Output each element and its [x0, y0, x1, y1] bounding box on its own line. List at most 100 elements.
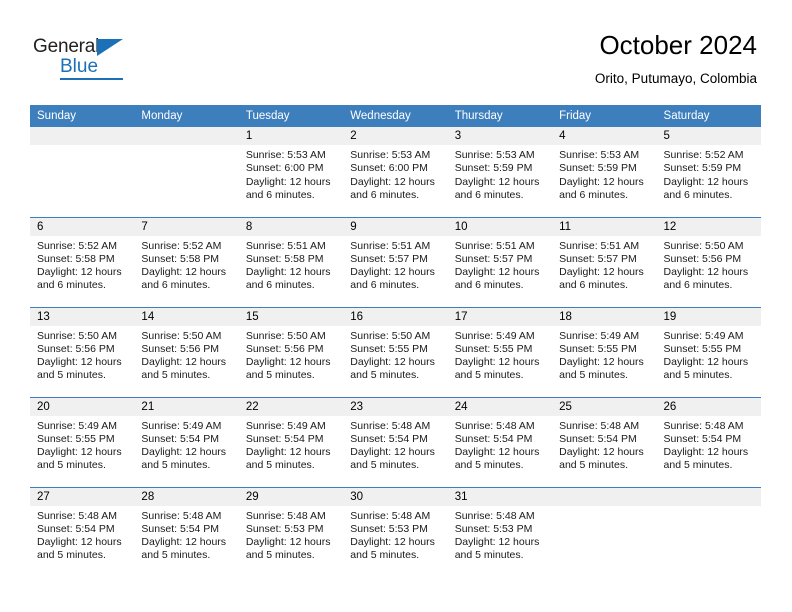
- general-blue-logo[interactable]: General Blue: [33, 36, 153, 82]
- weekday-header-sunday: Sunday: [30, 105, 135, 127]
- sunrise-text: Sunrise: 5:49 AM: [141, 419, 222, 432]
- calendar-day-cell[interactable]: 25 Sunrise: 5:48 AM Sunset: 5:54 PM Dayligh…: [552, 396, 657, 487]
- sunset-text: Sunset: 5:54 PM: [454, 432, 533, 445]
- calendar-day-cell[interactable]: 3 Sunrise: 5:53 AM Sunset: 5:59 PM Daylight…: [447, 127, 553, 217]
- daylight-text-line2: and 6 minutes.: [454, 279, 524, 292]
- calendar-day-cell[interactable]: 14 Sunrise: 5:50 AM Sunset: 5:56 PM Dayligh…: [134, 306, 239, 397]
- daylight-text-line1: Daylight: 12 hours: [663, 446, 749, 459]
- daylight-text-line2: and 5 minutes.: [245, 459, 315, 472]
- day-number: 16: [343, 307, 448, 326]
- daylight-text-line2: and 6 minutes.: [559, 279, 628, 292]
- day-number: 29: [238, 487, 344, 506]
- calendar-day-cell[interactable]: 9 Sunrise: 5:51 AM Sunset: 5:57 PM Daylight…: [343, 216, 448, 307]
- day-number: 8: [238, 217, 344, 236]
- calendar-day-cell[interactable]: 26 Sunrise: 5:48 AM Sunset: 5:54 PM Dayligh…: [656, 396, 761, 487]
- sunrise-text: Sunrise: 5:49 AM: [37, 419, 117, 432]
- calendar-day-cell[interactable]: 5 Sunrise: 5:52 AM Sunset: 5:59 PM Daylight…: [656, 127, 761, 217]
- sunrise-text: Sunrise: 5:48 AM: [454, 509, 535, 522]
- day-number: 21: [134, 397, 239, 416]
- day-number: 24: [447, 397, 553, 416]
- daylight-text-line1: Daylight: 12 hours: [350, 446, 435, 459]
- weekday-header-friday: Friday: [552, 105, 657, 127]
- day-details: Sunrise: 5:48 AM Sunset: 5:54 PM Daylight:…: [134, 506, 238, 563]
- daylight-text-line2: and 5 minutes.: [454, 459, 524, 472]
- calendar-day-cell[interactable]: 6 Sunrise: 5:52 AM Sunset: 5:58 PM Daylight…: [30, 216, 135, 307]
- day-details: Sunrise: 5:50 AM Sunset: 5:56 PM Daylight:…: [30, 326, 134, 383]
- calendar-day-cell[interactable]: 24 Sunrise: 5:48 AM Sunset: 5:54 PM Dayligh…: [447, 396, 553, 487]
- day-number: 12: [656, 217, 761, 236]
- sunrise-text: Sunrise: 5:51 AM: [559, 239, 640, 252]
- day-details: Sunrise: 5:53 AM Sunset: 6:00 PM Daylight:…: [343, 145, 447, 202]
- daylight-text-line1: Daylight: 12 hours: [245, 175, 331, 188]
- calendar-week-row: 13 Sunrise: 5:50 AM Sunset: 5:56 PM Dayligh…: [30, 306, 761, 397]
- calendar-day-cell[interactable]: 28 Sunrise: 5:48 AM Sunset: 5:54 PM Dayligh…: [134, 486, 239, 577]
- calendar-day-cell[interactable]: 17 Sunrise: 5:49 AM Sunset: 5:55 PM Dayligh…: [447, 306, 553, 397]
- calendar-week-row: 1 Sunrise: 5:53 AM Sunset: 6:00 PM Daylight…: [30, 127, 761, 217]
- sunrise-text: Sunrise: 5:50 AM: [663, 239, 744, 252]
- day-details: Sunrise: 5:50 AM Sunset: 5:56 PM Daylight:…: [657, 236, 761, 293]
- calendar-day-cell[interactable]: 12 Sunrise: 5:50 AM Sunset: 5:56 PM Dayligh…: [656, 216, 761, 307]
- calendar-day-cell[interactable]: 15 Sunrise: 5:50 AM Sunset: 5:56 PM Dayligh…: [238, 306, 344, 397]
- day-details: Sunrise: 5:50 AM Sunset: 5:56 PM Daylight:…: [239, 326, 343, 383]
- calendar-day-cell[interactable]: 16 Sunrise: 5:50 AM Sunset: 5:55 PM Dayligh…: [343, 306, 448, 397]
- day-details: Sunrise: 5:49 AM Sunset: 5:55 PM Daylight:…: [448, 326, 552, 383]
- daylight-text-line1: Daylight: 12 hours: [663, 175, 749, 188]
- sunset-text: Sunset: 5:56 PM: [245, 342, 324, 355]
- calendar-page: General Blue October 2024 Orito, Putumay…: [0, 0, 792, 612]
- daylight-text-line2: and 6 minutes.: [559, 188, 628, 201]
- daylight-text-line2: and 5 minutes.: [37, 549, 106, 562]
- sunrise-text: Sunrise: 5:48 AM: [454, 419, 535, 432]
- day-details: Sunrise: 5:49 AM Sunset: 5:55 PM Daylight:…: [552, 326, 656, 383]
- day-number: 25: [552, 397, 657, 416]
- calendar-day-cell[interactable]: 18 Sunrise: 5:49 AM Sunset: 5:55 PM Dayligh…: [552, 306, 657, 397]
- calendar-day-cell[interactable]: 20 Sunrise: 5:49 AM Sunset: 5:55 PM Dayligh…: [30, 396, 135, 487]
- weekday-header-monday: Monday: [134, 105, 239, 127]
- daylight-text-line2: and 5 minutes.: [350, 369, 420, 382]
- calendar-day-cell[interactable]: 30 Sunrise: 5:48 AM Sunset: 5:53 PM Dayligh…: [343, 486, 448, 577]
- daylight-text-line1: Daylight: 12 hours: [141, 266, 227, 279]
- calendar-day-cell[interactable]: 13 Sunrise: 5:50 AM Sunset: 5:56 PM Dayligh…: [30, 306, 135, 397]
- calendar-day-cell[interactable]: 10 Sunrise: 5:51 AM Sunset: 5:57 PM Dayligh…: [447, 216, 553, 307]
- day-details: Sunrise: 5:49 AM Sunset: 5:54 PM Daylight:…: [239, 416, 343, 473]
- calendar-day-cell[interactable]: 27 Sunrise: 5:48 AM Sunset: 5:54 PM Dayligh…: [30, 486, 135, 577]
- daylight-text-line1: Daylight: 12 hours: [37, 446, 122, 459]
- day-number: 14: [134, 307, 239, 326]
- sunrise-text: Sunrise: 5:51 AM: [454, 239, 535, 252]
- weekday-header-saturday: Saturday: [656, 105, 761, 127]
- weekday-header-wednesday: Wednesday: [343, 105, 448, 127]
- calendar-day-cell[interactable]: 23 Sunrise: 5:48 AM Sunset: 5:54 PM Dayligh…: [343, 396, 448, 487]
- calendar-day-cell[interactable]: 1 Sunrise: 5:53 AM Sunset: 6:00 PM Daylight…: [238, 127, 344, 217]
- calendar-week-row: 6 Sunrise: 5:52 AM Sunset: 5:58 PM Daylight…: [30, 216, 761, 307]
- sunrise-text: Sunrise: 5:50 AM: [141, 329, 222, 342]
- sunset-text: Sunset: 5:53 PM: [454, 522, 533, 535]
- calendar-day-cell[interactable]: 19 Sunrise: 5:49 AM Sunset: 5:55 PM Dayligh…: [656, 306, 761, 397]
- day-details: Sunrise: 5:51 AM Sunset: 5:57 PM Daylight:…: [448, 236, 552, 293]
- day-number: 15: [238, 307, 344, 326]
- day-number: 17: [447, 307, 553, 326]
- daylight-text-line1: Daylight: 12 hours: [245, 536, 331, 549]
- calendar-day-cell[interactable]: 21 Sunrise: 5:49 AM Sunset: 5:54 PM Dayligh…: [134, 396, 239, 487]
- calendar-day-cell[interactable]: 31 Sunrise: 5:48 AM Sunset: 5:53 PM Dayligh…: [447, 486, 553, 577]
- day-number: 3: [447, 127, 553, 145]
- day-number: [656, 487, 761, 506]
- day-details: Sunrise: 5:52 AM Sunset: 5:58 PM Daylight:…: [30, 236, 134, 293]
- daylight-text-line2: and 6 minutes.: [454, 188, 524, 201]
- day-number: 28: [134, 487, 239, 506]
- calendar-day-cell[interactable]: 8 Sunrise: 5:51 AM Sunset: 5:58 PM Daylight…: [238, 216, 344, 307]
- sunset-text: Sunset: 5:54 PM: [559, 432, 637, 445]
- sunset-text: Sunset: 5:54 PM: [37, 522, 115, 535]
- sunset-text: Sunset: 5:56 PM: [37, 342, 115, 355]
- calendar-day-cell[interactable]: 22 Sunrise: 5:49 AM Sunset: 5:54 PM Dayligh…: [238, 396, 344, 487]
- day-details: Sunrise: 5:53 AM Sunset: 6:00 PM Daylight:…: [239, 145, 343, 202]
- calendar-day-cell[interactable]: 11 Sunrise: 5:51 AM Sunset: 5:57 PM Dayligh…: [552, 216, 657, 307]
- calendar-day-cell[interactable]: 4 Sunrise: 5:53 AM Sunset: 5:59 PM Daylight…: [552, 127, 657, 217]
- daylight-text-line1: Daylight: 12 hours: [245, 356, 331, 369]
- calendar-day-cell[interactable]: 29 Sunrise: 5:48 AM Sunset: 5:53 PM Dayligh…: [238, 486, 344, 577]
- daylight-text-line2: and 5 minutes.: [454, 369, 524, 382]
- daylight-text-line2: and 6 minutes.: [350, 188, 420, 201]
- calendar-day-cell[interactable]: 2 Sunrise: 5:53 AM Sunset: 6:00 PM Daylight…: [343, 127, 448, 217]
- sunset-text: Sunset: 6:00 PM: [245, 162, 324, 175]
- sunrise-text: Sunrise: 5:49 AM: [454, 329, 535, 342]
- day-number: 26: [656, 397, 761, 416]
- calendar-day-cell[interactable]: 7 Sunrise: 5:52 AM Sunset: 5:58 PM Daylight…: [134, 216, 239, 307]
